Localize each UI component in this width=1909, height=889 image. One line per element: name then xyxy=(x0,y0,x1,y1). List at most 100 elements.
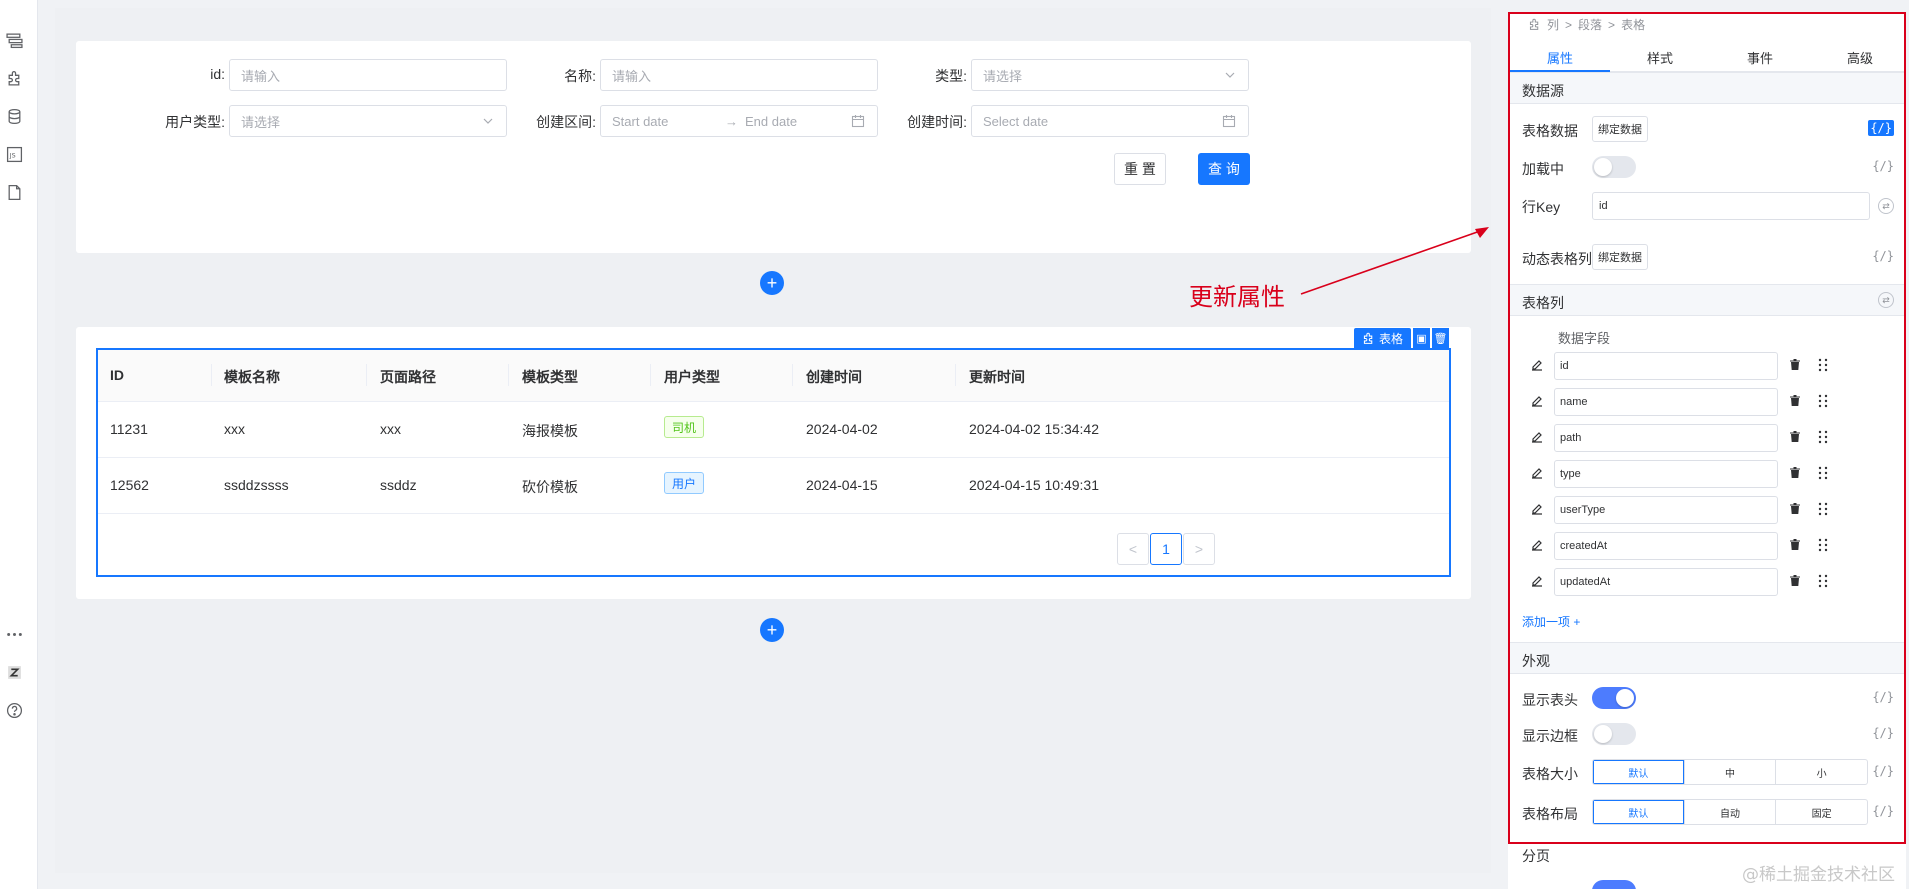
table-layout-segmented: 默认 自动 固定 xyxy=(1592,799,1868,825)
database-icon[interactable] xyxy=(5,107,23,125)
drag-handle-icon[interactable] xyxy=(1816,393,1830,409)
expression-toggle[interactable]: {/} xyxy=(1872,726,1894,740)
bind-data-button[interactable]: 绑定数据 xyxy=(1592,116,1648,142)
tab-properties[interactable]: 属性 xyxy=(1510,48,1610,67)
trash-icon[interactable] xyxy=(1788,502,1802,516)
trash-icon[interactable] xyxy=(1788,430,1802,444)
add-block-button[interactable]: + xyxy=(760,618,784,642)
more-icon[interactable] xyxy=(5,625,23,643)
expression-toggle[interactable]: {/} xyxy=(1872,690,1894,704)
selected-table[interactable]: 表格 ▣ 🗑 ID 模板名称 页面路径 模板类型 用户类型 创建时间 更新时间 xyxy=(96,328,1451,577)
delete-icon[interactable]: 🗑 xyxy=(1432,328,1449,348)
page-1-button[interactable]: 1 xyxy=(1150,533,1182,565)
next-page-button[interactable]: > xyxy=(1183,533,1215,565)
created-date-picker[interactable]: Select date xyxy=(971,105,1249,137)
layout-option[interactable]: 自动 xyxy=(1685,800,1777,824)
column-field-input[interactable]: createdAt xyxy=(1554,532,1778,560)
layout-option[interactable]: 固定 xyxy=(1776,800,1867,824)
cell-name: ssddzssss xyxy=(224,477,289,493)
edit-icon[interactable] xyxy=(1530,574,1544,588)
column-field-input[interactable]: userType xyxy=(1554,496,1778,524)
column-field-row: type xyxy=(1510,459,1904,489)
tab-advanced[interactable]: 高级 xyxy=(1810,48,1904,67)
tab-events[interactable]: 事件 xyxy=(1710,48,1810,67)
drag-handle-icon[interactable] xyxy=(1816,357,1830,373)
trash-icon[interactable] xyxy=(1788,538,1802,552)
search-form[interactable]: id: 请输入 名称: 请输入 类型: 请选择 用户类型: 请选择 创建区间: … xyxy=(76,41,1471,253)
column-field-input[interactable]: name xyxy=(1554,388,1778,416)
drag-handle-icon[interactable] xyxy=(1816,501,1830,517)
show-header-switch[interactable] xyxy=(1592,687,1636,709)
add-block-button[interactable]: + xyxy=(760,271,784,295)
edit-icon[interactable] xyxy=(1530,430,1544,444)
range-label: 创建区间: xyxy=(536,114,596,130)
trash-icon[interactable] xyxy=(1788,358,1802,372)
show-border-switch[interactable] xyxy=(1592,723,1636,745)
type-select[interactable]: 请选择 xyxy=(971,59,1249,91)
column-field-input[interactable]: updatedAt xyxy=(1554,568,1778,596)
table-selection-tag[interactable]: 表格 xyxy=(1353,328,1411,348)
edit-icon[interactable] xyxy=(1530,466,1544,480)
expression-toggle[interactable]: {/} xyxy=(1872,764,1894,778)
drag-handle-icon[interactable] xyxy=(1816,537,1830,553)
usertype-placeholder: 请选择 xyxy=(241,114,281,130)
column-field-input[interactable]: type xyxy=(1554,460,1778,488)
column-field-input[interactable]: path xyxy=(1554,424,1778,452)
breadcrumb-item[interactable]: 段落 xyxy=(1578,16,1602,33)
usertype-label: 用户类型: xyxy=(165,114,225,130)
component-puzzle-icon[interactable] xyxy=(5,69,23,87)
column-field-row: updatedAt xyxy=(1510,567,1904,597)
breadcrumb-item[interactable]: 列 xyxy=(1547,16,1559,33)
expression-toggle[interactable]: {/} xyxy=(1872,249,1894,263)
table-size-label: 表格大小 xyxy=(1522,766,1578,782)
tab-style[interactable]: 样式 xyxy=(1610,48,1710,67)
expression-toggle[interactable]: {/} xyxy=(1872,804,1894,818)
trash-icon[interactable] xyxy=(1788,394,1802,408)
edit-icon[interactable] xyxy=(1530,502,1544,516)
plus-icon: + xyxy=(766,273,778,293)
query-button[interactable]: 查 询 xyxy=(1198,153,1250,185)
add-column-link[interactable]: 添加一项 + xyxy=(1522,613,1580,630)
trash-icon[interactable] xyxy=(1788,574,1802,588)
size-option[interactable]: 中 xyxy=(1685,760,1777,784)
breadcrumb-separator: > xyxy=(1608,17,1616,32)
copy-icon[interactable]: ▣ xyxy=(1413,328,1430,348)
size-option[interactable]: 默认 xyxy=(1593,760,1685,784)
drag-handle-icon[interactable] xyxy=(1816,573,1830,589)
drag-handle-icon[interactable] xyxy=(1816,429,1830,445)
name-placeholder: 请输入 xyxy=(612,68,652,84)
table-row[interactable]: 11231 xxx xxx 海报模板 司机 2024-04-02 2024-04… xyxy=(98,402,1449,458)
rowkey-input[interactable]: id xyxy=(1592,192,1870,220)
javascript-icon[interactable]: JS xyxy=(5,145,23,163)
z-logo-icon[interactable] xyxy=(5,663,23,681)
expression-toggle[interactable]: {/} xyxy=(1872,159,1894,173)
cell-created: 2024-04-02 xyxy=(806,421,878,437)
size-option[interactable]: 小 xyxy=(1776,760,1867,784)
layout-option[interactable]: 默认 xyxy=(1593,800,1685,824)
col-header: 模板名称 xyxy=(224,369,280,385)
drag-handle-icon[interactable] xyxy=(1816,465,1830,481)
help-icon[interactable] xyxy=(5,701,23,719)
table-row[interactable]: 12562 ssddzssss ssddz 砍价模板 用户 2024-04-15… xyxy=(98,458,1449,514)
loading-switch[interactable] xyxy=(1592,156,1636,178)
trash-icon[interactable] xyxy=(1788,466,1802,480)
switch-mode-icon[interactable]: ⇄ xyxy=(1878,292,1894,308)
bind-data-button[interactable]: 绑定数据 xyxy=(1592,244,1648,270)
outline-tree-icon[interactable] xyxy=(5,31,23,49)
prev-page-button[interactable]: < xyxy=(1117,533,1149,565)
edit-icon[interactable] xyxy=(1530,358,1544,372)
breadcrumb-item[interactable]: 表格 xyxy=(1621,16,1645,33)
page-file-icon[interactable] xyxy=(5,183,23,201)
switch-mode-icon[interactable]: ⇄ xyxy=(1878,198,1894,214)
table-tag-label: 表格 xyxy=(1378,331,1403,346)
id-label: id: xyxy=(210,66,225,82)
component-puzzle-icon xyxy=(1529,18,1539,30)
column-field-input[interactable]: id xyxy=(1554,352,1778,380)
cell-id: 11231 xyxy=(110,421,148,437)
pagination-switch[interactable] xyxy=(1592,880,1636,889)
edit-icon[interactable] xyxy=(1530,394,1544,408)
calendar-icon xyxy=(1222,115,1236,128)
edit-icon[interactable] xyxy=(1530,538,1544,552)
expression-toggle[interactable]: {/} xyxy=(1868,120,1894,136)
reset-button[interactable]: 重 置 xyxy=(1114,153,1166,185)
